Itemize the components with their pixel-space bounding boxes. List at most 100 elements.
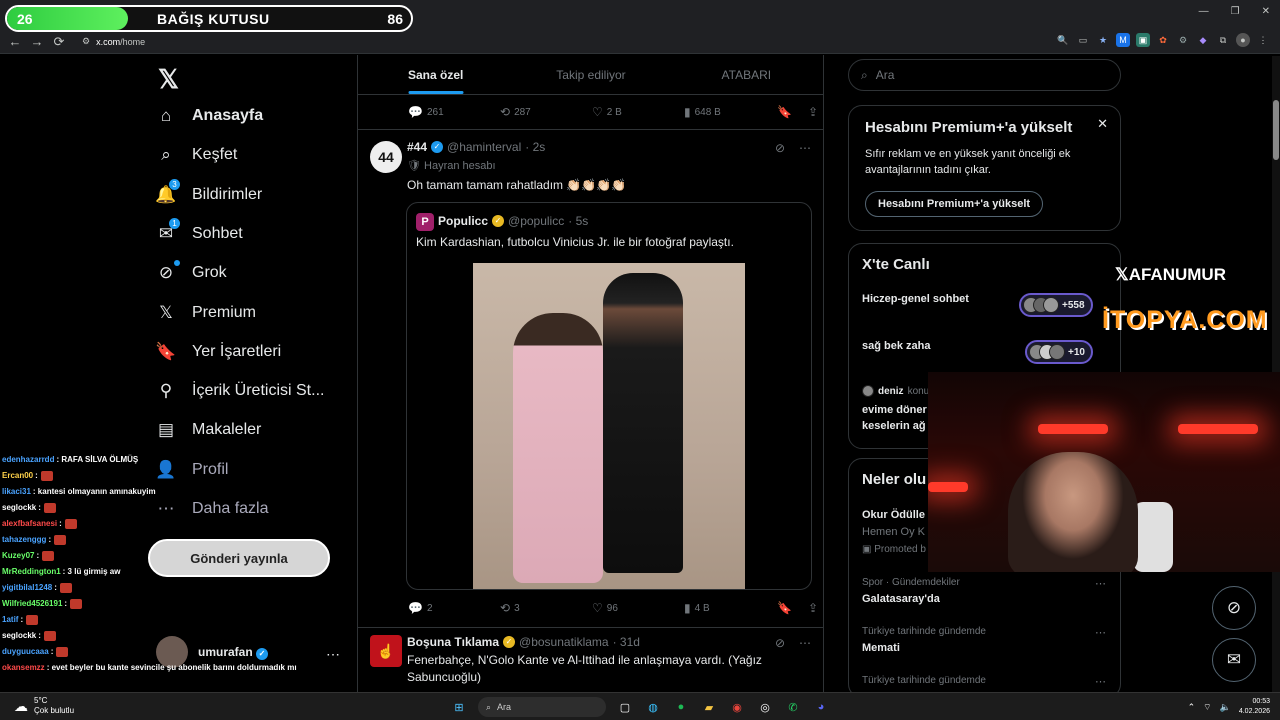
quoted-post[interactable]: P Populicc ✓ @populicc · 5s Kim Kardashi… [406, 202, 812, 590]
author-name[interactable]: #44 [407, 140, 427, 154]
avatar[interactable]: 44 [370, 141, 402, 173]
taskbar-search[interactable]: ⌕ Ara [478, 697, 606, 717]
trend-promoted: ▣ Promoted b [862, 544, 926, 555]
reply-button[interactable]: 💬 2 [408, 601, 500, 615]
sidebar-item-6[interactable]: 𝕏 Premium [156, 303, 256, 323]
forward-icon[interactable]: → [26, 31, 48, 53]
site-info-icon[interactable]: ⚙ [82, 36, 90, 47]
trend-name[interactable]: Okur Ödülle [862, 509, 925, 521]
spotify-icon[interactable]: ● [672, 698, 690, 716]
more-icon[interactable]: ⋯ [1095, 675, 1106, 688]
more-icon[interactable]: ⋯ [799, 636, 811, 650]
author-handle[interactable]: @haminterval [447, 140, 521, 154]
menu-icon[interactable]: ⋮ [1256, 33, 1270, 47]
extension-icon[interactable]: ⚙ [1176, 33, 1190, 47]
zoom-icon[interactable]: 🔍 [1056, 33, 1070, 47]
task-view-icon[interactable]: ▢ [616, 698, 634, 716]
cast-icon[interactable]: ▭ [1076, 33, 1090, 47]
live-listeners[interactable]: +10 [1025, 340, 1093, 364]
more-icon[interactable]: ⋯ [1095, 626, 1106, 639]
discord-icon[interactable]: ◕ [812, 698, 830, 716]
live-row-name[interactable]: evime döner [862, 404, 927, 416]
more-icon[interactable]: ⋯ [1095, 577, 1106, 590]
chat-emote-icon [42, 550, 55, 561]
sidebar-item-1[interactable]: ⌂ Anasayfa [156, 106, 263, 126]
x-icon: 𝕏 [1115, 265, 1129, 284]
grok-icon[interactable]: ⊘ [775, 636, 785, 650]
sidebar-item-8[interactable]: ⚲ İçerik Üreticisi St... [156, 381, 325, 401]
url-field[interactable]: ⚙ x.com/home [82, 36, 145, 47]
search-input[interactable]: ⌕ Ara [848, 59, 1121, 91]
window-controls: — ❐ ✕ [1199, 6, 1270, 17]
weather-icon: ☁ [14, 698, 28, 714]
sidebar-item-2[interactable]: ⌕ Keşfet [156, 145, 237, 165]
trend-name[interactable]: Galatasaray'da [862, 593, 940, 605]
extension-icon[interactable]: ▣ [1136, 33, 1150, 47]
avatar[interactable]: ☝ [370, 635, 402, 667]
tab-following[interactable]: Takip ediliyor [513, 55, 668, 94]
repost-button[interactable]: ⟲ 3 [500, 601, 592, 615]
grok-fab-icon[interactable]: ⊘ [1212, 586, 1256, 630]
back-icon[interactable]: ← [4, 31, 26, 53]
sidebar-item-3[interactable]: 🔔 3 Bildirimler [155, 178, 262, 205]
messages-fab-icon[interactable]: ✉ [1212, 638, 1256, 682]
weather-widget[interactable]: ☁ 5°C Çok bulutlu [14, 696, 74, 716]
post-time[interactable]: · 31d [613, 635, 640, 649]
live-listeners[interactable]: +558 [1019, 293, 1093, 317]
chevron-up-icon[interactable]: ⌃ [1188, 702, 1196, 713]
windows-start-icon[interactable]: ⊞ [450, 698, 468, 716]
live-row-name[interactable]: keselerin ağ [862, 420, 926, 432]
minimize-icon[interactable]: — [1199, 6, 1209, 17]
like-button[interactable]: ♡ 96 [592, 601, 684, 615]
extension-icon[interactable]: ✿ [1156, 33, 1170, 47]
sidebar-item-7[interactable]: 🔖 Yer İşaretleri [155, 342, 281, 362]
quote-photo[interactable] [473, 263, 745, 589]
repost-button[interactable]: ⟲ 287 [500, 105, 592, 119]
bookmark-icon[interactable]: 🔖 [777, 601, 792, 615]
chrome-icon[interactable]: ◉ [728, 698, 746, 716]
extension-icon[interactable]: ◆ [1196, 33, 1210, 47]
reply-button[interactable]: 💬 261 [408, 105, 500, 119]
scrollbar-thumb[interactable] [1273, 100, 1279, 160]
live-row-name[interactable]: Hiczep-genel sohbet [862, 293, 969, 305]
premium-upgrade-button[interactable]: Hesabını Premium+'a yükselt [865, 191, 1044, 217]
share-icon[interactable]: ⇪ [808, 105, 818, 119]
timeline-tabs: Sana özel Takip ediliyor ATABARI [358, 55, 823, 95]
extension-icon[interactable]: M [1116, 33, 1130, 47]
more-icon[interactable]: ⋯ [799, 141, 811, 155]
close-icon[interactable]: ✕ [1097, 116, 1108, 132]
volume-icon[interactable]: 🔈 [1220, 702, 1231, 713]
sidebar-item-9[interactable]: ▤ Makaleler [156, 420, 261, 440]
maximize-icon[interactable]: ❐ [1231, 6, 1240, 17]
sidebar-item-5[interactable]: ⊘ Grok [156, 260, 227, 283]
obs-icon[interactable]: ◎ [756, 698, 774, 716]
reload-icon[interactable]: ⟳ [48, 31, 70, 53]
wifi-icon[interactable]: ⌔ [1203, 702, 1211, 713]
post-time[interactable]: · 2s [525, 140, 545, 154]
views-button[interactable]: ▮ 648 B [684, 105, 776, 119]
edge-icon[interactable]: ◍ [644, 698, 662, 716]
share-icon[interactable]: ⇪ [808, 601, 818, 615]
puzzle-icon[interactable]: ⧉ [1216, 33, 1230, 47]
tab-atabari[interactable]: ATABARI [669, 55, 823, 94]
grok-icon[interactable]: ⊘ [775, 141, 785, 155]
author-handle[interactable]: @bosunatiklama [519, 635, 609, 649]
whatsapp-icon[interactable]: ✆ [784, 698, 802, 716]
x-logo-icon[interactable]: 𝕏 [158, 64, 179, 95]
profile-avatar-icon[interactable]: ● [1236, 33, 1250, 47]
folder-icon[interactable]: ▰ [700, 698, 718, 716]
trend-name[interactable]: Memati [862, 642, 900, 654]
star-icon[interactable]: ★ [1096, 33, 1110, 47]
tab-for-you[interactable]: Sana özel [358, 55, 513, 94]
clock[interactable]: 00:53 4.02.2026 [1239, 697, 1270, 717]
author-name[interactable]: Boşuna Tıklama [407, 635, 499, 649]
post-header: Boşuna Tıklama ✓ @bosunatiklama · 31d [407, 635, 640, 649]
bookmark-icon[interactable]: 🔖 [777, 105, 792, 119]
close-icon[interactable]: ✕ [1262, 6, 1270, 17]
sidebar-item-4[interactable]: ✉ 1 Sohbet [156, 217, 243, 244]
views-button[interactable]: ▮ 4 B [684, 601, 776, 615]
live-row-name[interactable]: sağ bek zaha [862, 340, 930, 352]
like-button[interactable]: ♡ 2 B [592, 105, 684, 119]
bell-icon: 🔔 3 [155, 178, 180, 205]
chat-message: yigitbilal1248: [2, 580, 342, 596]
